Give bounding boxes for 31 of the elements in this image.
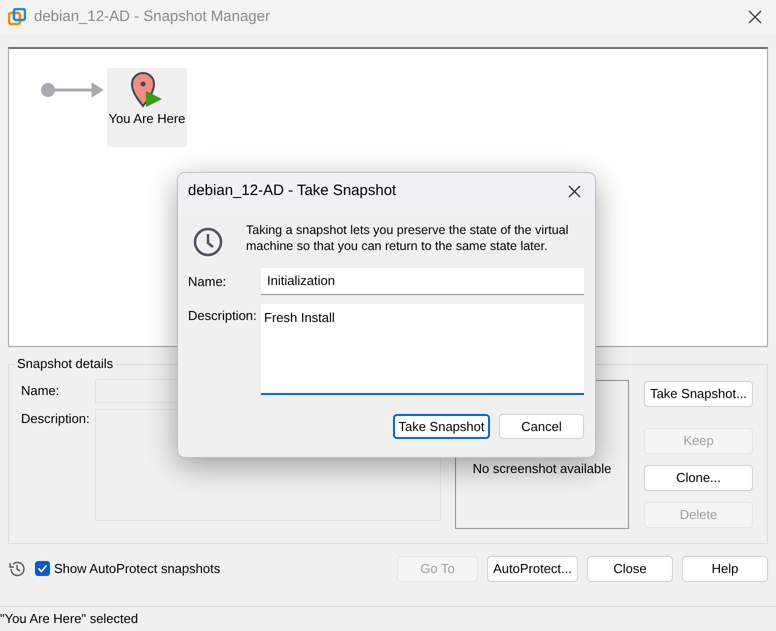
field-label: Name:: [21, 382, 60, 400]
checkbox-label: Show AutoProtect snapshots: [54, 560, 220, 578]
field-label: Description:: [188, 307, 258, 325]
name-input[interactable]: Initialization: [261, 268, 584, 295]
window-title: debian_12-AD - Snapshot Manager: [34, 6, 270, 27]
node-label: You Are Here: [108, 110, 186, 128]
clock-icon: [192, 226, 224, 258]
group-legend: Snapshot details: [15, 356, 116, 372]
close-icon[interactable]: [568, 185, 581, 198]
input-value: Initialization: [267, 272, 335, 290]
dialog-button[interactable]: Cancel: [499, 414, 584, 439]
input-value: Fresh Install: [264, 310, 335, 325]
dialog-message: Taking a snapshot lets you preserve the state of the virtual machine so that you can return to the same state later.: [246, 222, 570, 255]
status-text: "You Are Here" selected: [0, 610, 138, 628]
current-state-node[interactable]: You Are Here: [107, 68, 187, 147]
dialog-title: debian_12-AD - Take Snapshot: [188, 181, 396, 202]
preview-message: No screenshot available: [472, 460, 612, 478]
app-logo-icon: [8, 8, 26, 26]
dialog-button[interactable]: Help: [682, 556, 768, 582]
close-icon[interactable]: [748, 10, 762, 24]
field-label: Description:: [21, 410, 91, 428]
dialog-button[interactable]: AutoProtect...: [487, 556, 578, 582]
field-label: Name:: [188, 272, 228, 291]
dialog-button[interactable]: Take Snapshot: [393, 414, 490, 439]
dialog-button[interactable]: Close: [587, 556, 673, 582]
location-pin-icon: [130, 72, 164, 108]
history-icon[interactable]: [8, 560, 26, 578]
autoprotect-checkbox[interactable]: [35, 561, 50, 576]
description-input[interactable]: Fresh Install: [261, 304, 584, 395]
side-button[interactable]: Clone...: [644, 465, 753, 491]
side-button[interactable]: Take Snapshot...: [644, 381, 753, 407]
